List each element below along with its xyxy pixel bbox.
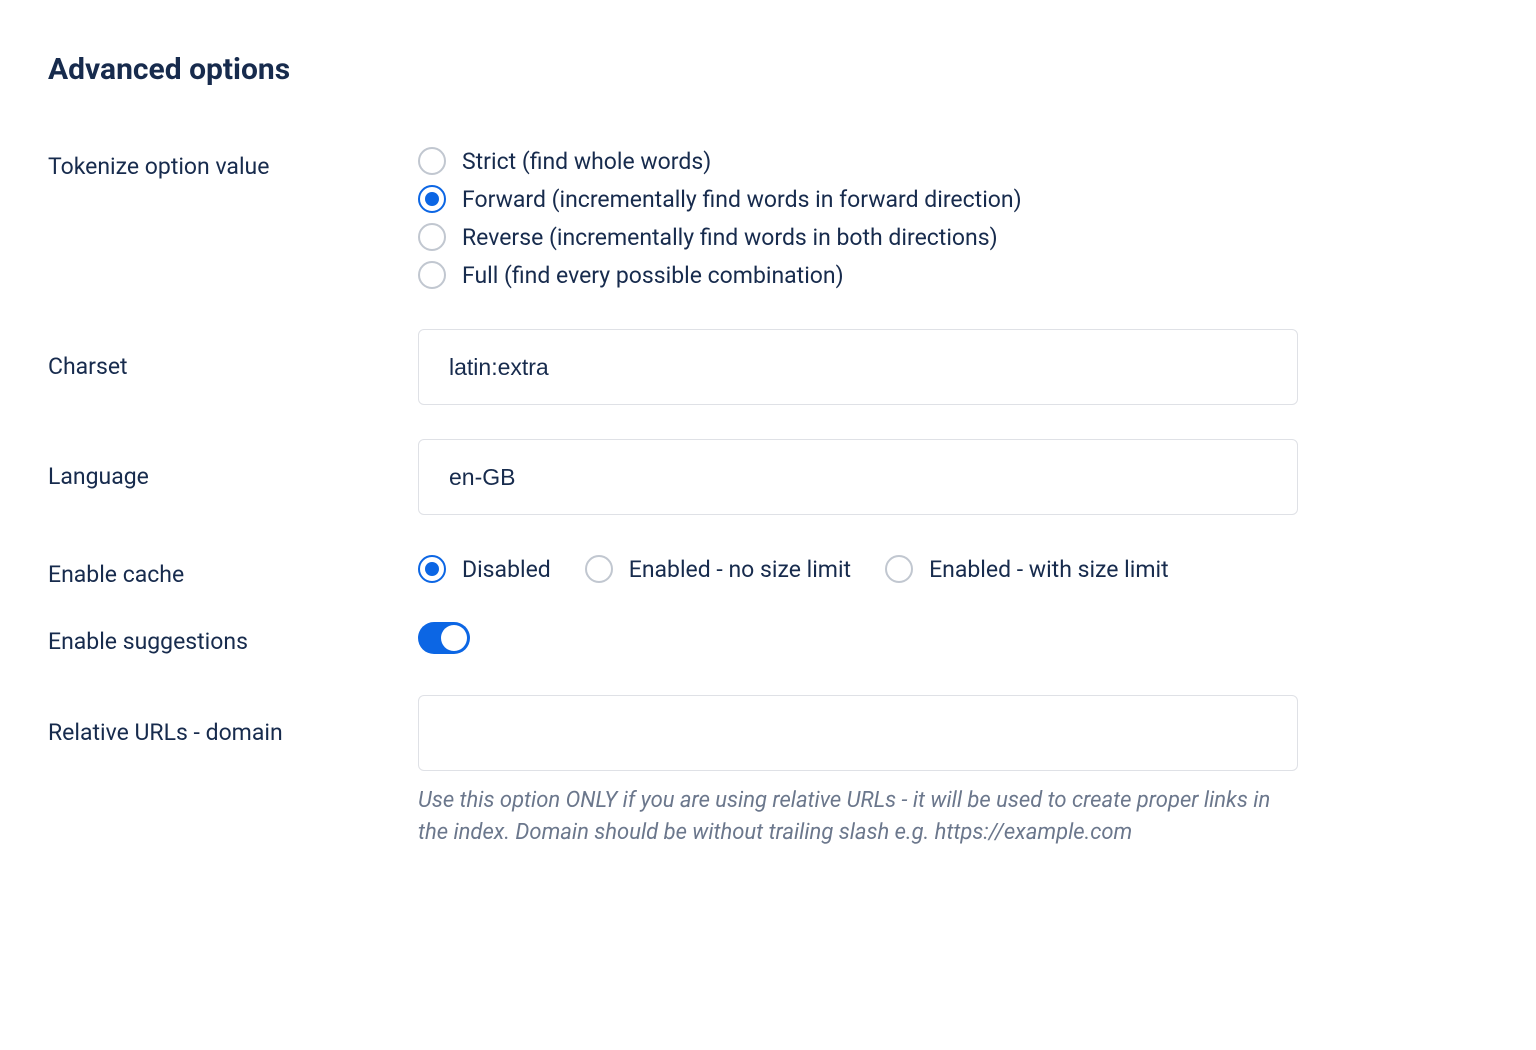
cache-option-enabled-with-limit[interactable]: Enabled - with size limit <box>885 555 1169 583</box>
language-input[interactable] <box>418 439 1298 515</box>
radio-label: Full (find every possible combination) <box>462 262 844 289</box>
row-cache: Enable cache Disabled Enabled - no size … <box>48 555 1488 588</box>
radio-icon <box>418 185 446 213</box>
charset-input[interactable] <box>418 329 1298 405</box>
relative-urls-input[interactable] <box>418 695 1298 771</box>
radio-label: Enabled - no size limit <box>629 556 851 583</box>
tokenize-radio-group: Strict (find whole words) Forward (incre… <box>418 147 1298 289</box>
radio-icon <box>418 223 446 251</box>
row-charset: Charset <box>48 329 1488 405</box>
cache-option-disabled[interactable]: Disabled <box>418 555 551 583</box>
tokenize-label: Tokenize option value <box>48 147 418 180</box>
radio-icon <box>418 261 446 289</box>
radio-icon <box>418 555 446 583</box>
tokenize-option-full[interactable]: Full (find every possible combination) <box>418 261 1298 289</box>
tokenize-option-strict[interactable]: Strict (find whole words) <box>418 147 1298 175</box>
radio-label: Enabled - with size limit <box>929 556 1169 583</box>
tokenize-option-reverse[interactable]: Reverse (incrementally find words in bot… <box>418 223 1298 251</box>
tokenize-option-forward[interactable]: Forward (incrementally find words in for… <box>418 185 1298 213</box>
row-suggestions: Enable suggestions <box>48 622 1488 655</box>
radio-label: Strict (find whole words) <box>462 148 711 175</box>
row-tokenize: Tokenize option value Strict (find whole… <box>48 147 1488 289</box>
relative-urls-label: Relative URLs - domain <box>48 695 418 746</box>
section-title: Advanced options <box>48 52 1488 87</box>
row-language: Language <box>48 439 1488 515</box>
suggestions-toggle[interactable] <box>418 622 470 654</box>
language-label: Language <box>48 439 418 490</box>
row-relative-urls: Relative URLs - domain Use this option O… <box>48 695 1488 849</box>
radio-label: Forward (incrementally find words in for… <box>462 186 1022 213</box>
radio-label: Disabled <box>462 556 551 583</box>
relative-urls-help: Use this option ONLY if you are using re… <box>418 785 1298 849</box>
cache-radio-group: Disabled Enabled - no size limit Enabled… <box>418 555 1298 583</box>
cache-label: Enable cache <box>48 555 418 588</box>
radio-label: Reverse (incrementally find words in bot… <box>462 224 998 251</box>
radio-icon <box>418 147 446 175</box>
suggestions-label: Enable suggestions <box>48 622 418 655</box>
cache-option-enabled-no-limit[interactable]: Enabled - no size limit <box>585 555 851 583</box>
charset-label: Charset <box>48 329 418 380</box>
radio-icon <box>885 555 913 583</box>
radio-icon <box>585 555 613 583</box>
